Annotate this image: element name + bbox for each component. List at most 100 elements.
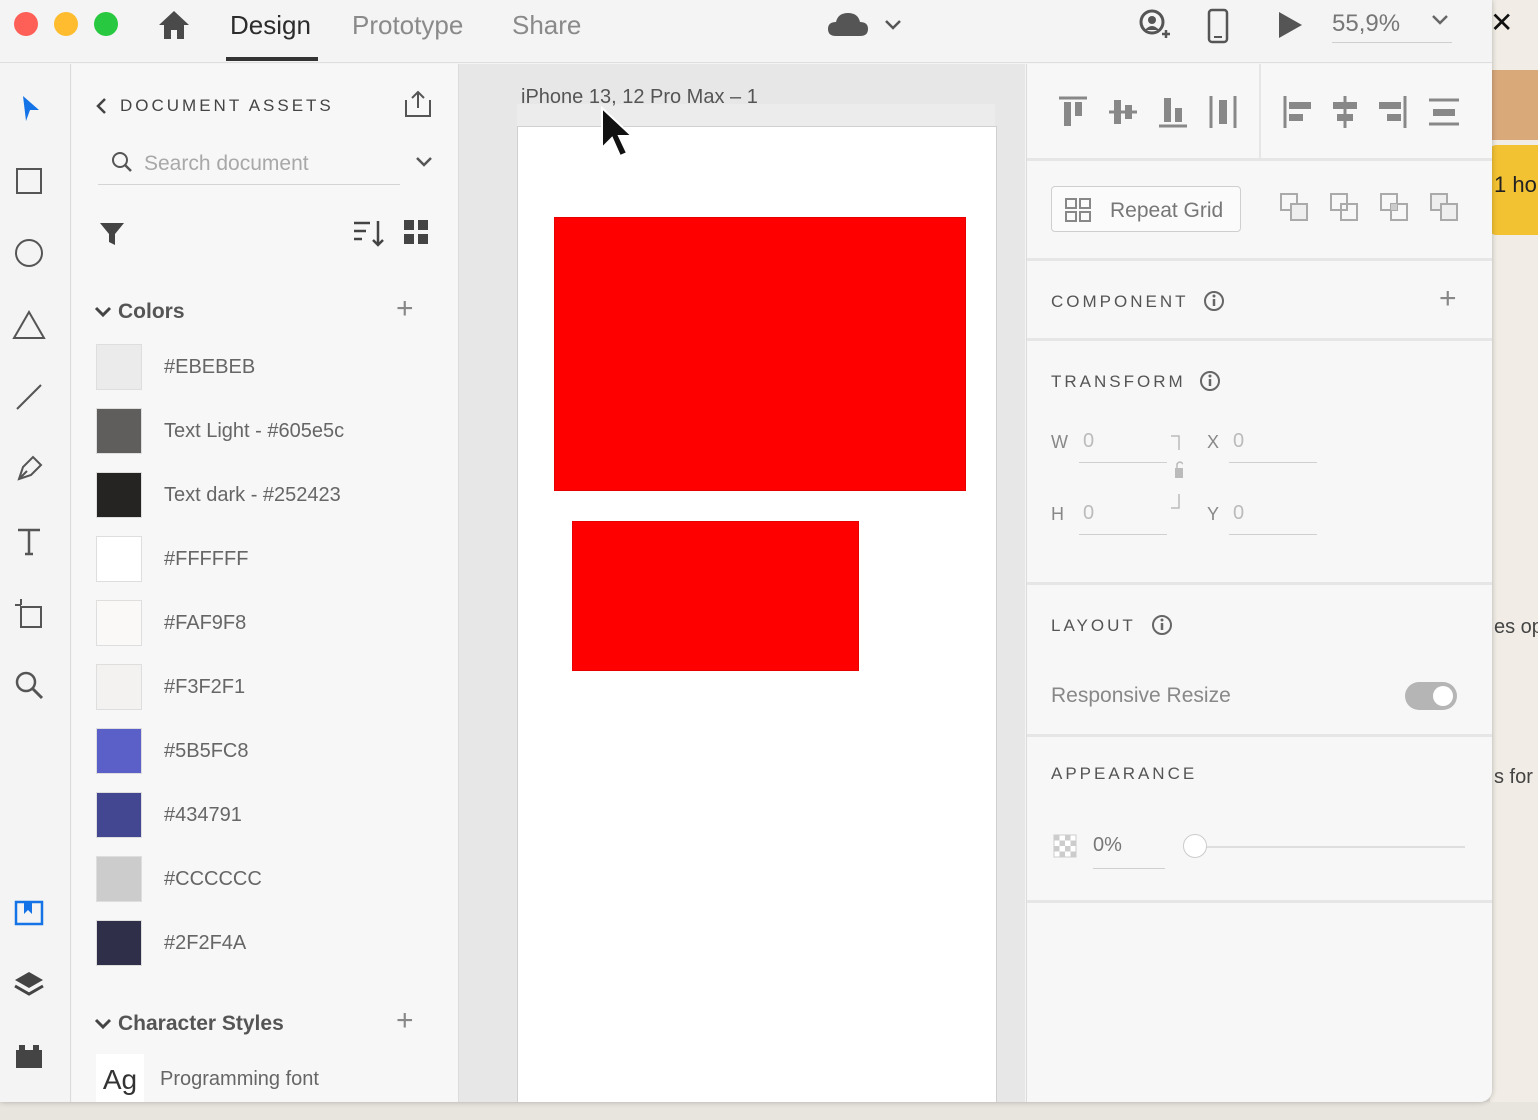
color-item[interactable]: #FAF9F8: [96, 600, 436, 648]
color-item[interactable]: #5B5FC8: [96, 728, 436, 776]
ellipse-tool-icon[interactable]: [8, 232, 50, 274]
color-item[interactable]: Text Light - #605e5c: [96, 408, 436, 456]
tab-design[interactable]: Design: [230, 10, 311, 41]
color-swatch[interactable]: [96, 664, 142, 710]
design-canvas[interactable]: iPhone 13, 12 Pro Max – 1: [459, 64, 1025, 1102]
grid-view-icon[interactable]: [402, 218, 430, 246]
chevron-down-icon[interactable]: [1430, 10, 1450, 30]
zoom-level[interactable]: 55,9%: [1332, 10, 1400, 38]
width-input[interactable]: 0: [1083, 430, 1094, 453]
info-icon[interactable]: [1151, 614, 1173, 636]
play-icon[interactable]: [1276, 10, 1304, 40]
opacity-input[interactable]: 0%: [1093, 834, 1122, 857]
distribute-vertical-icon[interactable]: [1427, 94, 1461, 130]
responsive-resize-toggle[interactable]: [1405, 682, 1457, 710]
red-rectangle[interactable]: [572, 521, 859, 671]
mouse-cursor-icon: [601, 106, 635, 158]
invite-user-icon[interactable]: [1136, 8, 1172, 44]
character-styles-header[interactable]: Character Styles: [94, 1012, 284, 1036]
color-swatch[interactable]: [96, 856, 142, 902]
close-icon[interactable]: ✕: [1490, 6, 1514, 39]
lock-aspect-icon[interactable]: [1169, 434, 1183, 510]
layers-icon[interactable]: [8, 964, 50, 1006]
tab-share[interactable]: Share: [512, 10, 581, 41]
align-left-icon[interactable]: [1281, 94, 1313, 130]
text-tool-icon[interactable]: [8, 520, 50, 562]
mobile-preview-icon[interactable]: [1206, 8, 1230, 44]
distribute-horizontal-icon[interactable]: [1207, 94, 1239, 130]
color-item[interactable]: #2F2F4A: [96, 920, 436, 968]
align-center-icon[interactable]: [1329, 94, 1361, 130]
artboard-tool-icon[interactable]: [8, 592, 50, 634]
window-minimize-button[interactable]: [54, 12, 78, 36]
color-swatch[interactable]: [96, 920, 142, 966]
color-label: Text dark - #252423: [164, 484, 341, 506]
artboard-label[interactable]: iPhone 13, 12 Pro Max – 1: [521, 86, 758, 109]
height-input[interactable]: 0: [1083, 502, 1094, 525]
add-boolean-icon[interactable]: [1279, 192, 1309, 222]
color-swatch[interactable]: [96, 344, 142, 390]
background-app: ✕ 1 ho es op s for: [1490, 0, 1538, 1120]
x-input[interactable]: 0: [1233, 430, 1244, 453]
zoom-tool-icon[interactable]: [8, 664, 50, 706]
select-tool-icon[interactable]: [8, 88, 50, 130]
line-tool-icon[interactable]: [8, 376, 50, 418]
color-item[interactable]: Text dark - #252423: [96, 472, 436, 520]
intersect-boolean-icon[interactable]: [1379, 192, 1409, 222]
color-swatch[interactable]: [96, 600, 142, 646]
pen-tool-icon[interactable]: [8, 448, 50, 490]
color-item[interactable]: #CCCCCC: [96, 856, 436, 904]
chevron-down-icon[interactable]: [414, 154, 434, 170]
color-label: #CCCCCC: [164, 868, 262, 890]
add-character-style-button[interactable]: +: [396, 1006, 414, 1036]
repeat-grid-button[interactable]: Repeat Grid: [1051, 186, 1241, 232]
opacity-icon: [1053, 834, 1077, 858]
exclude-boolean-icon[interactable]: [1429, 192, 1459, 222]
home-icon[interactable]: [156, 8, 192, 42]
color-swatch[interactable]: [96, 472, 142, 518]
color-swatch[interactable]: [96, 792, 142, 838]
color-item[interactable]: #EBEBEB: [96, 344, 436, 392]
search-input[interactable]: [142, 148, 386, 180]
polygon-tool-icon[interactable]: [8, 304, 50, 346]
color-item[interactable]: #FFFFFF: [96, 536, 436, 584]
add-color-button[interactable]: +: [396, 294, 414, 324]
transform-heading: TRANSFORM: [1051, 372, 1186, 391]
align-bottom-icon[interactable]: [1157, 94, 1189, 130]
filter-icon[interactable]: [98, 220, 126, 248]
colors-section-header[interactable]: Colors: [94, 300, 185, 324]
artboard[interactable]: [517, 126, 997, 1102]
window-close-button[interactable]: [14, 12, 38, 36]
align-right-icon[interactable]: [1377, 94, 1409, 130]
cloud-icon[interactable]: [826, 10, 906, 40]
field-underline: [1229, 534, 1317, 535]
background-text: 1 ho: [1494, 172, 1537, 197]
info-icon[interactable]: [1203, 290, 1225, 312]
window-zoom-button[interactable]: [94, 12, 118, 36]
plugins-icon[interactable]: [8, 1036, 50, 1078]
color-swatch[interactable]: [96, 728, 142, 774]
chevron-left-icon[interactable]: [94, 96, 108, 116]
tab-prototype[interactable]: Prototype: [352, 10, 463, 41]
opacity-slider-handle[interactable]: [1183, 834, 1207, 858]
align-middle-icon[interactable]: [1107, 94, 1139, 130]
rectangle-tool-icon[interactable]: [8, 160, 50, 202]
background-text: s for: [1494, 766, 1533, 788]
field-underline: [1093, 868, 1165, 869]
sort-icon[interactable]: [352, 218, 386, 250]
red-rectangle[interactable]: [554, 217, 966, 491]
subtract-boolean-icon[interactable]: [1329, 192, 1359, 222]
character-style-item[interactable]: Ag Programming font: [96, 1054, 436, 1102]
export-icon[interactable]: [402, 88, 434, 120]
color-swatch[interactable]: [96, 408, 142, 454]
color-item[interactable]: #434791: [96, 792, 436, 840]
add-component-button[interactable]: +: [1439, 284, 1457, 314]
opacity-slider-track[interactable]: [1195, 846, 1465, 848]
color-item[interactable]: #F3F2F1: [96, 664, 436, 712]
color-swatch[interactable]: [96, 536, 142, 582]
y-input[interactable]: 0: [1233, 502, 1244, 525]
info-icon[interactable]: [1199, 370, 1221, 392]
align-top-icon[interactable]: [1057, 94, 1089, 130]
colors-heading: Colors: [118, 300, 185, 323]
assets-panel-icon[interactable]: [8, 892, 50, 934]
